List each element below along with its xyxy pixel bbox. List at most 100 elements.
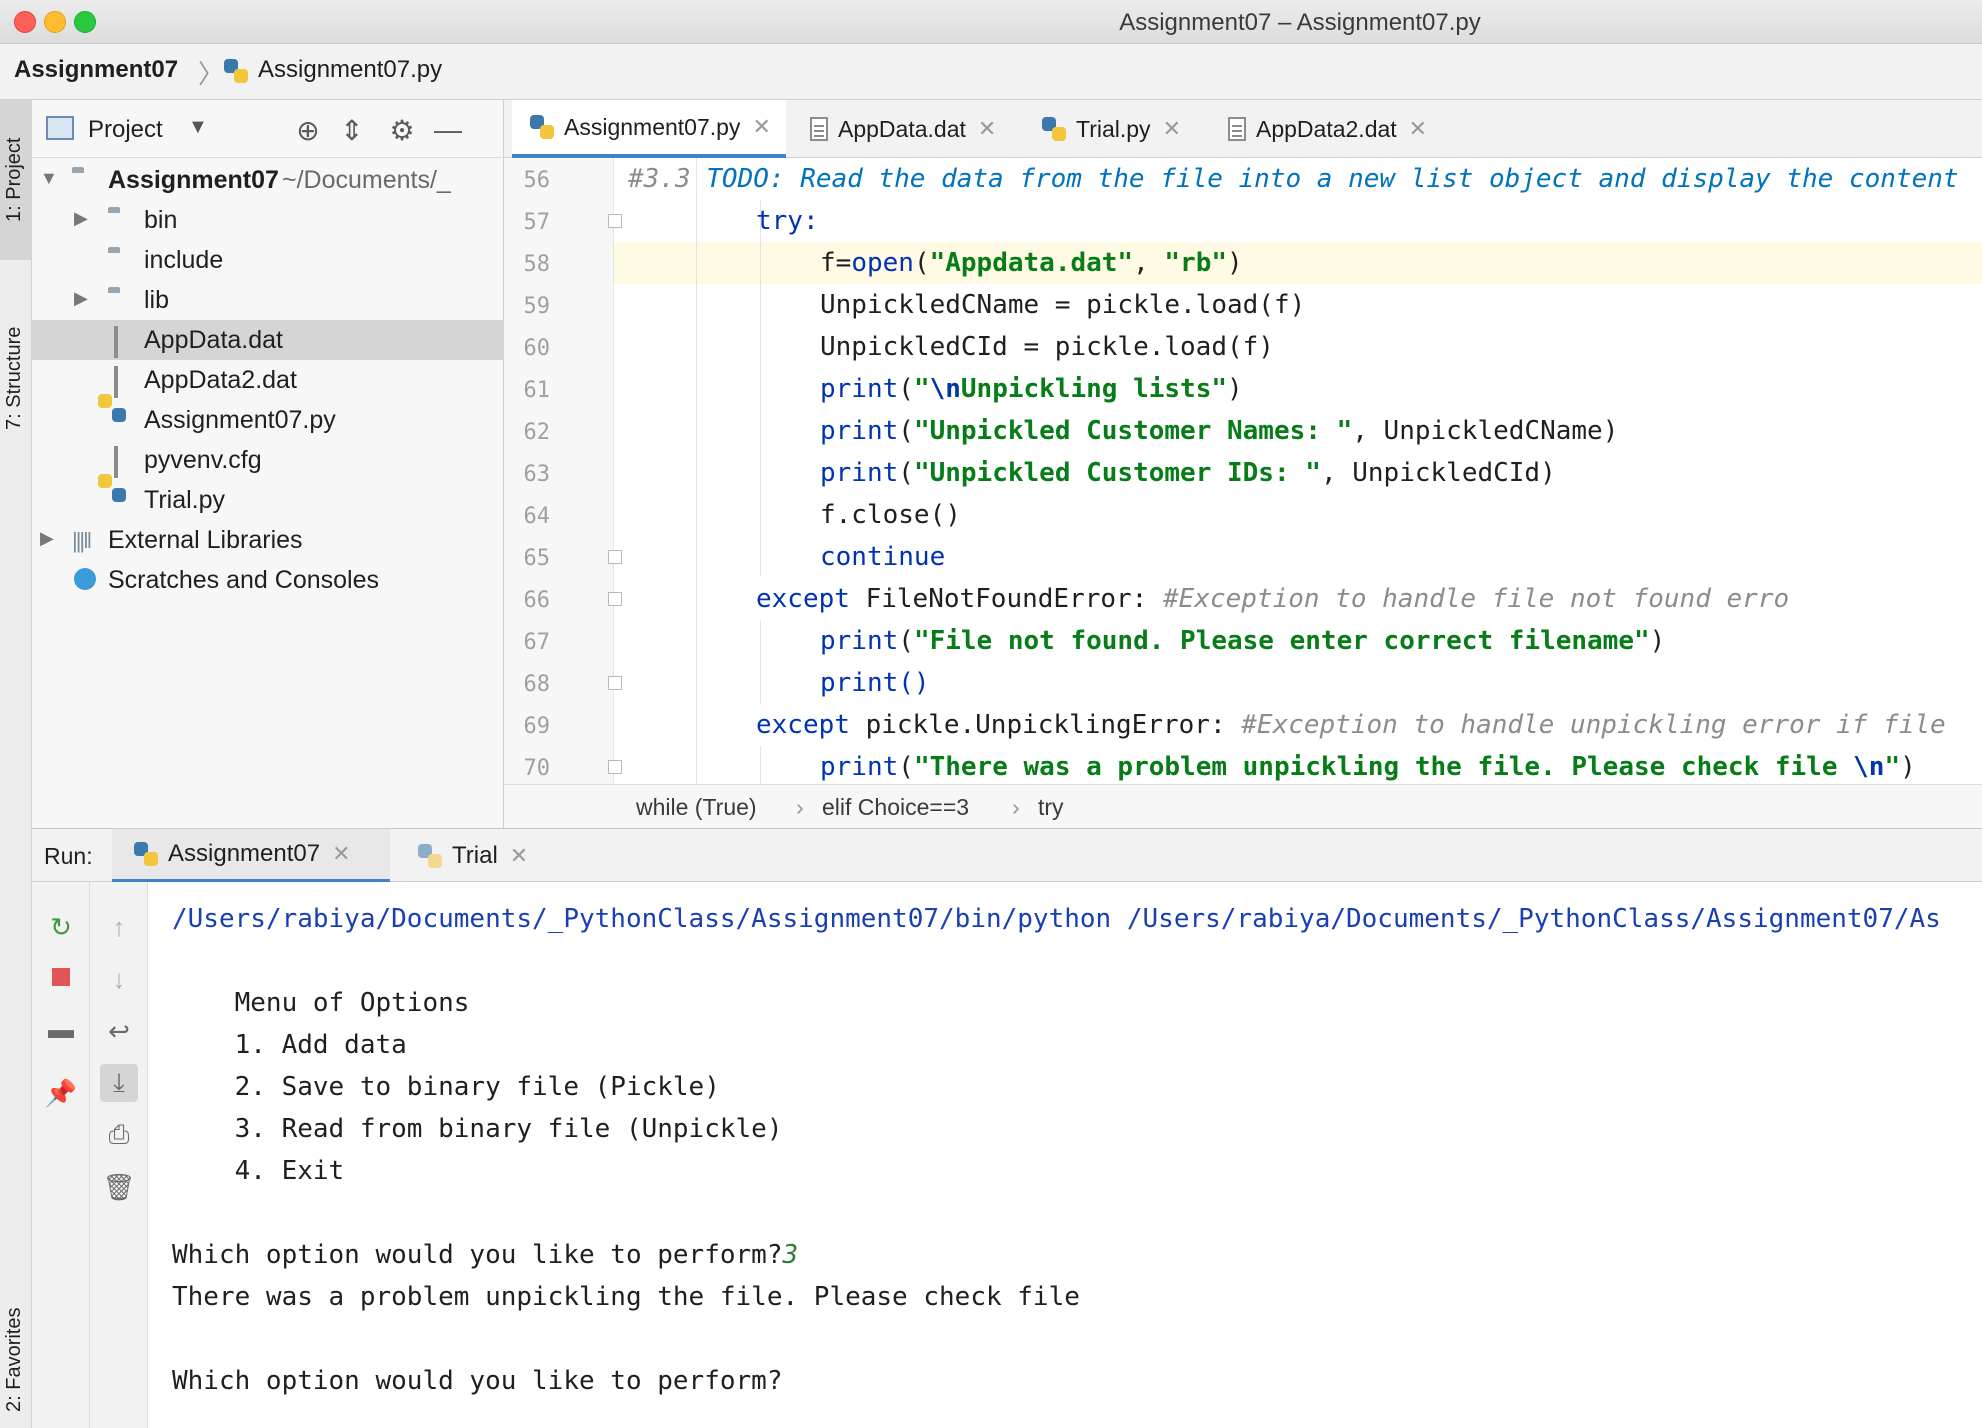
tree-item-trial-py[interactable]: Trial.py: [32, 480, 504, 520]
tree-item-external-libraries[interactable]: ▶ |||‖ External Libraries: [32, 520, 504, 560]
arrow-down-icon[interactable]: ↓: [100, 960, 138, 998]
breadcrumb-separator: ›: [796, 794, 804, 820]
gear-icon[interactable]: ⚙: [384, 112, 420, 148]
python-file-icon: [224, 59, 248, 83]
python-file-icon: [1042, 117, 1066, 141]
code-line-58: f=open("Appdata.dat", "rb"): [820, 248, 1243, 278]
window-maximize-button[interactable]: [74, 11, 96, 33]
tab-appdata-dat[interactable]: AppData.dat ✕: [794, 100, 1020, 158]
editor-tab-bar: Assignment07.py ✕ AppData.dat ✕ Trial.py…: [504, 100, 1982, 158]
code-breadcrumb: while (True) › elif Choice==3 › try: [504, 784, 1982, 828]
run-tool-header: Run: Assignment07 ✕ Trial ✕: [32, 828, 1982, 883]
tree-item-appdata-dat[interactable]: AppData.dat: [32, 320, 504, 360]
nav-file-crumb[interactable]: Assignment07.py: [258, 56, 442, 84]
window-minimize-button[interactable]: [44, 11, 66, 33]
project-tool-tab[interactable]: 1: Project: [0, 100, 32, 260]
tree-item-scratches[interactable]: Scratches and Consoles: [32, 560, 504, 600]
code-line-62: print("Unpickled Customer Names: ", Unpi…: [820, 416, 1619, 446]
close-icon[interactable]: ✕: [978, 116, 996, 142]
tree-item-include[interactable]: include: [32, 240, 504, 280]
run-toolbar-primary: ↻ ▬ 📌: [32, 882, 90, 1428]
stop-icon[interactable]: [42, 958, 80, 996]
chevron-down-icon[interactable]: ▼: [188, 116, 208, 139]
run-console[interactable]: /Users/rabiya/Documents/_PythonClass/Ass…: [148, 882, 1982, 1428]
code-line-67: print("File not found. Please enter corr…: [820, 626, 1666, 656]
code-editor[interactable]: 56 57 58 59 60 61 62 63 64 65 66 67 68 6…: [504, 158, 1982, 784]
navigation-bar: Assignment07 〉 Assignment07.py: [0, 44, 1982, 100]
text-file-icon: [114, 446, 118, 478]
tab-appdata2-dat[interactable]: AppData2.dat ✕: [1212, 100, 1462, 158]
run-tab-trial[interactable]: Trial ✕: [402, 829, 562, 883]
structure-tool-tab[interactable]: 7: Structure: [0, 290, 32, 460]
run-tab-assignment07[interactable]: Assignment07 ✕: [112, 829, 390, 883]
project-panel: Project ▼ ⊕ ⇕ ⚙ — ▼ Assignment07 ~/Docum…: [32, 100, 504, 828]
arrow-up-icon[interactable]: ↑: [100, 908, 138, 946]
console-output-line: 1. Add data: [172, 1030, 407, 1060]
library-icon: |||‖: [72, 528, 92, 553]
close-icon[interactable]: ✕: [510, 843, 528, 869]
tree-item-assignment07-py[interactable]: Assignment07.py: [32, 400, 504, 440]
code-line-61: print("\nUnpickling lists"): [820, 374, 1243, 404]
python-run-icon: [134, 842, 158, 866]
close-icon[interactable]: ✕: [332, 841, 350, 867]
python-run-icon: [418, 844, 442, 868]
project-view-icon: [46, 116, 74, 140]
console-prompt-line[interactable]: Which option would you like to perform?: [172, 1366, 782, 1396]
collapsed-arrow-icon[interactable]: ▶: [74, 208, 88, 229]
code-line-60: UnpickledCId = pickle.load(f): [820, 332, 1274, 362]
console-output-line: 4. Exit: [172, 1156, 345, 1186]
close-icon[interactable]: ✕: [1409, 116, 1427, 142]
console-user-input: 3: [782, 1240, 799, 1270]
trash-icon[interactable]: 🗑: [100, 1168, 138, 1206]
favorites-tool-tab[interactable]: 2: Favorites: [0, 1300, 32, 1428]
console-output-line: There was a problem unpickling the file.…: [172, 1282, 1080, 1312]
tab-assignment07-py[interactable]: Assignment07.py ✕: [512, 100, 786, 158]
code-line-64: f.close(): [820, 500, 961, 530]
nav-project-crumb[interactable]: Assignment07: [14, 56, 178, 84]
text-file-icon: [114, 366, 118, 398]
collapse-all-icon[interactable]: ⇕: [334, 112, 370, 148]
code-line-66: except FileNotFoundError: #Exception to …: [756, 584, 1790, 614]
text-file-icon: [810, 117, 828, 141]
collapsed-arrow-icon[interactable]: ▶: [74, 288, 88, 309]
close-icon[interactable]: ✕: [1163, 116, 1181, 142]
expanded-arrow-icon[interactable]: ▼: [40, 168, 58, 189]
hide-panel-icon[interactable]: —: [430, 112, 466, 148]
console-output-line: 3. Read from binary file (Unpickle): [172, 1114, 783, 1144]
run-toolbar-secondary: ↑ ↓ ↩ ⤓ ⎙ 🗑: [90, 882, 148, 1428]
console-command-line[interactable]: /Users/rabiya/Documents/_PythonClass/Ass…: [172, 904, 1941, 934]
project-toolbar: Project ▼ ⊕ ⇕ ⚙ —: [32, 100, 504, 158]
tab-trial-py[interactable]: Trial.py ✕: [1026, 100, 1202, 158]
nav-separator: 〉: [198, 59, 225, 89]
tree-item-assignment07[interactable]: ▼ Assignment07 ~/Documents/_: [32, 160, 504, 200]
code-line-68: print(): [820, 668, 930, 698]
tree-item-lib[interactable]: ▶ lib: [32, 280, 504, 320]
title-bar: Assignment07 – Assignment07.py: [0, 0, 1982, 44]
code-line-70: print("There was a problem unpickling th…: [820, 752, 1916, 782]
pin-icon[interactable]: 📌: [42, 1074, 80, 1112]
window-close-button[interactable]: [14, 11, 36, 33]
breadcrumb-item[interactable]: while (True): [636, 794, 757, 821]
console-prompt-line: Which option would you like to perform?3: [172, 1240, 799, 1270]
code-line-56: #3.3 TODO: Read the data from the file i…: [628, 164, 1959, 194]
scratches-icon: [74, 568, 96, 590]
console-output-line: 2. Save to binary file (Pickle): [172, 1072, 720, 1102]
text-file-icon: [1228, 117, 1246, 141]
print-icon[interactable]: ⎙: [100, 1116, 138, 1154]
tree-item-bin[interactable]: ▶ bin: [32, 200, 504, 240]
console-output-line: Menu of Options: [172, 988, 470, 1018]
run-label: Run:: [44, 843, 93, 869]
collapsed-arrow-icon[interactable]: ▶: [40, 528, 54, 549]
breadcrumb-item[interactable]: elif Choice==3: [822, 794, 969, 821]
close-icon[interactable]: ✕: [752, 114, 770, 140]
scroll-to-end-icon[interactable]: ⤓: [100, 1064, 138, 1102]
text-file-icon: [114, 326, 118, 358]
breadcrumb-item[interactable]: try: [1038, 794, 1064, 821]
soft-wrap-icon[interactable]: ↩: [100, 1012, 138, 1050]
code-line-63: print("Unpickled Customer IDs: ", Unpick…: [820, 458, 1556, 488]
rerun-icon[interactable]: ↻: [42, 908, 80, 946]
locate-file-icon[interactable]: ⊕: [290, 112, 326, 148]
project-view-selector[interactable]: Project: [88, 116, 163, 144]
python-file-icon: [530, 115, 554, 139]
layout-icon[interactable]: ▬: [42, 1010, 80, 1048]
